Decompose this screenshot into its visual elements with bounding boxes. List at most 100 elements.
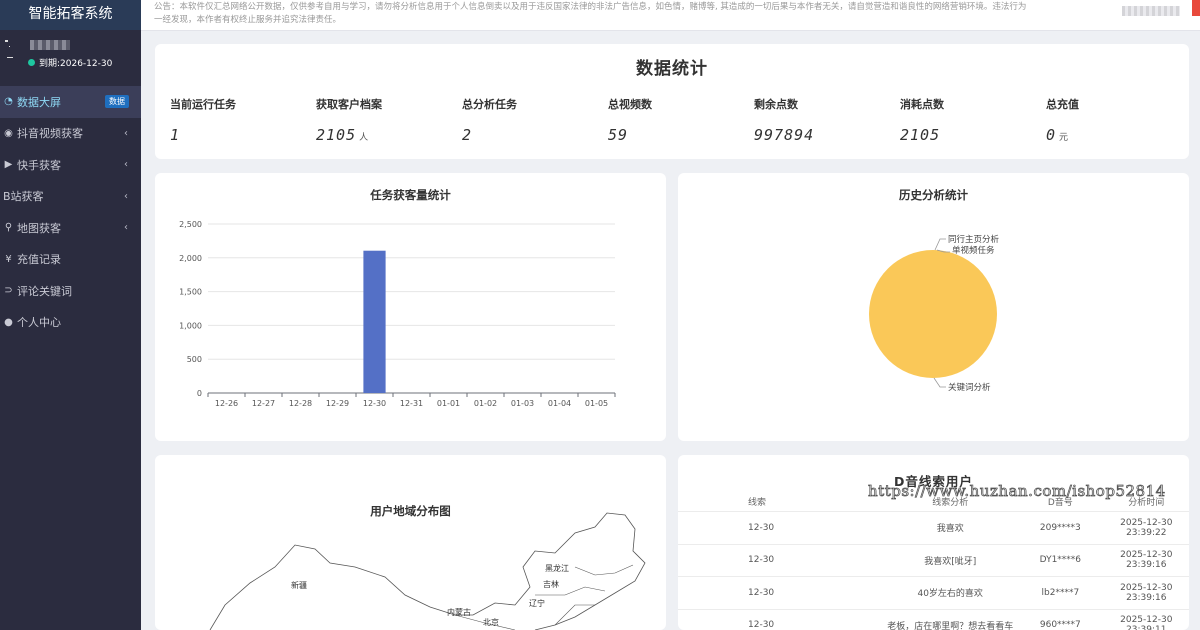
sidebar-item-kuaishou[interactable]: ▶ 快手获客 ‹ xyxy=(0,149,141,181)
sidebar-item-recharge[interactable]: ¥ 充值记录 xyxy=(0,244,141,276)
map-label-liaoning: 辽宁 xyxy=(529,598,545,608)
app-title: 智能拓客系统 xyxy=(0,0,141,30)
sidebar-item-label: 评论关键词 xyxy=(17,284,72,298)
leads-table-card: D音线索用户 线索 线索分析 D音号 分析时间 12-30 我喜欢 209***… xyxy=(678,455,1189,630)
eye-icon: ◉ xyxy=(4,127,13,139)
table-row[interactable]: 12-30 我喜欢 209****3 2025-12-30 23:39:22 xyxy=(678,512,1189,545)
x-tick-label: 12-26 xyxy=(215,399,238,408)
y-tick-label: 2,500 xyxy=(179,220,202,229)
stat-value: 2105 人 xyxy=(316,126,382,144)
sidebar-item-dashboard[interactable]: ◔ 数据大屏 数据 xyxy=(0,86,141,118)
cell: DY1****6 xyxy=(1039,555,1082,566)
y-tick-label: 2,000 xyxy=(179,254,202,263)
stat-value: 59 xyxy=(608,126,652,144)
stat-unit: 元 xyxy=(1059,133,1070,143)
stat-value: 2105 xyxy=(900,126,944,144)
stat-number: 997894 xyxy=(754,126,815,144)
sidebar-item-bilibili[interactable]: B站获客 ‹ xyxy=(0,181,141,213)
stat-unit: 人 xyxy=(359,133,370,143)
chevron-left-icon: ‹ xyxy=(124,127,128,139)
sidebar-item-comment-keywords[interactable]: ⊃ 评论关键词 xyxy=(0,275,141,307)
map-label-neimenggu: 内蒙古 xyxy=(447,607,471,617)
sidebar-item-label: 充值记录 xyxy=(17,253,61,267)
stat-total-videos: 总视频数 59 xyxy=(608,96,652,144)
cell: 12-30 xyxy=(748,620,775,630)
pie-slice[interactable] xyxy=(869,250,997,378)
sidebar: 智能拓客系统 到期:2026-12-30 ◔ 数据大屏 数据 ◉ 抖音视频获客 … xyxy=(0,0,141,630)
chevron-left-icon: ‹ xyxy=(124,222,128,234)
stat-number: 59 xyxy=(608,126,629,144)
x-tick-label: 01-03 xyxy=(511,399,534,408)
pie-leader-line xyxy=(934,238,946,251)
sidebar-item-douyin[interactable]: ◉ 抖音视频获客 ‹ xyxy=(0,118,141,150)
stats-title: 数据统计 xyxy=(636,59,708,79)
stat-total-recharge: 总充值 0元 xyxy=(1046,96,1079,144)
notice-line-2: 一经发现，本作者有权终止服务并追究法律责任。 xyxy=(154,15,342,25)
sidebar-item-label: 抖音视频获客 xyxy=(17,127,83,141)
sidebar-item-label: 地图获客 xyxy=(17,221,61,235)
map-label-jilin: 吉林 xyxy=(543,579,559,589)
x-tick-label: 01-01 xyxy=(437,399,460,408)
blurred-text xyxy=(1122,6,1180,16)
stat-number: 2 xyxy=(462,126,473,144)
sidebar-item-map[interactable]: ⚲ 地图获客 ‹ xyxy=(0,212,141,244)
sidebar-item-label: B站获客 xyxy=(3,190,44,204)
table-row[interactable]: 12-30 我喜欢[呲牙] DY1****6 2025-12-30 23:39:… xyxy=(678,545,1189,577)
x-tick-label: 12-28 xyxy=(289,399,312,408)
table-row[interactable]: 12-30 老板，店在哪里啊？想去看看车 960****7 2025-12-30… xyxy=(678,610,1189,630)
pie-chart-card: 历史分析统计 同行主页分析 单视频任务 关键词分析 xyxy=(678,173,1189,441)
pie-leader-line xyxy=(933,377,946,388)
cell: 2025-12-30 23:39:11 xyxy=(1120,615,1173,630)
play-icon: ▶ xyxy=(4,159,13,171)
china-map: 新疆 黑龙江 吉林 辽宁 内蒙古 北京 xyxy=(209,512,646,630)
online-dot-icon xyxy=(28,59,35,66)
rss-icon: ⊃ xyxy=(4,285,13,297)
bar-chart-card: 任务获客量统计 0 500 1,000 1,500 2,000 2,500 12-26 12-… xyxy=(155,173,666,441)
cell: 12-30 xyxy=(748,587,775,598)
bar-chart: 0 500 1,000 1,500 2,000 2,500 12-26 12-27 12-28 1… xyxy=(179,220,616,408)
stat-number: 0 xyxy=(1046,126,1057,144)
stat-label: 总分析任务 xyxy=(462,98,517,111)
y-tick-label: 0 xyxy=(197,389,202,398)
stats-card: 数据统计 当前运行任务 1 获取客户档案 2105 人 总分析任务 2 总视频数 … xyxy=(155,44,1189,159)
stat-label: 剩余点数 xyxy=(754,98,798,111)
avatar[interactable] xyxy=(5,38,23,60)
sidebar-item-label: 快手获客 xyxy=(17,158,61,172)
stat-total-analysis: 总分析任务 2 xyxy=(462,96,517,144)
pie-label: 关键词分析 xyxy=(948,382,991,393)
stat-number: 2105 xyxy=(316,126,357,144)
cell: 我喜欢[呲牙] xyxy=(924,556,977,567)
stat-number: 2105 xyxy=(900,126,941,144)
x-tick-label: 12-30 xyxy=(363,399,386,408)
stat-label: 获取客户档案 xyxy=(316,98,382,111)
pie-label: 同行主页分析 xyxy=(948,234,1000,245)
sidebar-badge: 数据 xyxy=(105,95,129,108)
bar[interactable] xyxy=(363,250,386,393)
dashboard-icon: ◔ xyxy=(4,96,13,108)
chevron-left-icon: ‹ xyxy=(124,159,128,171)
sidebar-item-label: 数据大屏 xyxy=(17,95,61,109)
map-outline xyxy=(209,512,646,630)
map-label-xinjiang: 新疆 xyxy=(291,580,307,590)
stat-consumed-points: 消耗点数 2105 xyxy=(900,96,944,144)
stat-remaining-points: 剩余点数 997894 xyxy=(754,96,814,144)
pie-label: 单视频任务 xyxy=(952,245,995,256)
pie-chart: 同行主页分析单视频任务关键词分析 xyxy=(869,234,1000,393)
x-tick-label: 12-31 xyxy=(400,399,423,408)
notice-close-button[interactable] xyxy=(1192,0,1200,16)
leads-table: 线索 线索分析 D音号 分析时间 12-30 我喜欢 209****3 2025… xyxy=(678,492,1189,630)
stat-label: 总充值 xyxy=(1046,98,1079,111)
table-row[interactable]: 12-30 40岁左右的喜欢 lb2****7 2025-12-30 23:39… xyxy=(678,577,1189,610)
cell: 12-30 xyxy=(748,522,775,533)
sidebar-item-profile[interactable]: ● 个人中心 xyxy=(0,307,141,339)
stat-running-tasks: 当前运行任务 1 xyxy=(170,96,236,144)
col-header: 线索 xyxy=(748,498,767,508)
cell: 960****7 xyxy=(1039,620,1081,630)
user-panel: 到期:2026-12-30 xyxy=(0,30,141,86)
cell: 我喜欢 xyxy=(936,524,964,535)
watermark-text: https://www.huzhan.com/ishop52814 xyxy=(868,482,1166,501)
y-tick-label: 1,000 xyxy=(179,321,202,330)
map-card: 用户地域分布图 新疆 黑龙江 吉林 辽宁 内蒙古 北京 xyxy=(155,455,666,630)
notice-bar: 公告：本软件仅汇总网络公开数据，仅供参考自用与学习，请勿将分析信息用于个人信息倒… xyxy=(141,0,1200,31)
sidebar-menu: ◔ 数据大屏 数据 ◉ 抖音视频获客 ‹ ▶ 快手获客 ‹ B站获客 ‹ ⚲ 地… xyxy=(0,86,141,338)
